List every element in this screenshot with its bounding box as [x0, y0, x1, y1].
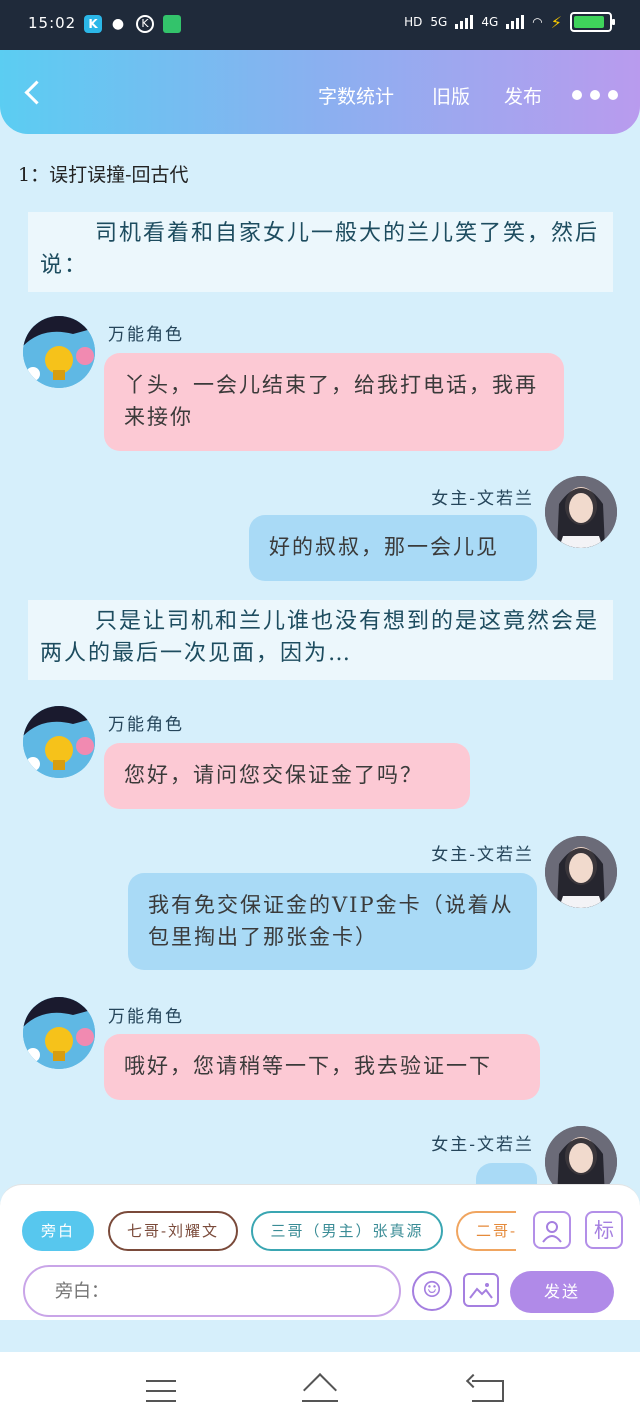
word-count-button[interactable]: 字数统计: [318, 82, 394, 109]
k-circle-icon: K: [136, 15, 154, 33]
heroine-avatar[interactable]: [545, 476, 617, 548]
speaker-name: 女主-文若兰: [431, 845, 534, 865]
more-options-icon[interactable]: [572, 90, 618, 100]
message-bubble-right[interactable]: 好的叔叔，那一会儿见: [249, 515, 537, 581]
role-avatar[interactable]: [23, 706, 95, 778]
narration-block[interactable]: 司机看着和自家女儿一般大的兰儿笑了笑，然后说：: [28, 212, 613, 292]
back-arrow-icon[interactable]: [20, 78, 48, 108]
wechat-icon: ●: [111, 16, 125, 32]
narration-block[interactable]: 只是让司机和兰儿谁也没有想到的是这竟然会是两人的最后一次见面，因为…: [28, 600, 613, 680]
image-icon[interactable]: [463, 1273, 499, 1307]
status-indicators: HD 5G 4G ◠ ⚡: [404, 12, 615, 32]
role-chip-narrator[interactable]: 旁白: [22, 1211, 94, 1251]
publish-button[interactable]: 发布: [504, 82, 542, 109]
menu-icon[interactable]: [146, 1380, 176, 1402]
5g-label: 5G: [430, 15, 448, 29]
mark-icon[interactable]: 标: [585, 1211, 623, 1249]
message-input[interactable]: [23, 1265, 401, 1317]
message-bubble-left[interactable]: 丫头，一会儿结束了，给我打电话，我再来接你: [104, 353, 564, 451]
status-bar: 15:02 K ● K HD 5G 4G ◠ ⚡: [0, 0, 640, 50]
home-icon[interactable]: [300, 1374, 340, 1404]
message-composer: 旁白 七哥-刘耀文 三哥（男主）张真源 二哥- 标 ☺ 发送: [0, 1184, 640, 1320]
navigation-bar: [0, 1352, 640, 1427]
speaker-name: 女主-文若兰: [431, 1135, 534, 1155]
signal-5g-icon: [455, 15, 474, 29]
app-header: 字数统计 旧版 发布: [0, 50, 640, 134]
k-app-icon: K: [84, 15, 102, 33]
speaker-name: 万能角色: [108, 715, 184, 735]
video-app-icon: [163, 15, 181, 33]
speaker-name: 女主-文若兰: [431, 489, 534, 509]
message-bubble-right[interactable]: 我有免交保证金的VIP金卡（说着从包里掏出了那张金卡）: [128, 873, 537, 970]
speaker-name: 万能角色: [108, 1007, 184, 1027]
battery-icon: [570, 12, 615, 32]
message-bubble-left[interactable]: 哦好，您请稍等一下，我去验证一下: [104, 1034, 540, 1100]
person-icon[interactable]: [533, 1211, 571, 1249]
charging-icon: ⚡: [550, 12, 562, 32]
back-icon[interactable]: [472, 1380, 504, 1402]
chapter-title: 1：误打误撞-回古代: [18, 164, 189, 186]
emoji-icon[interactable]: ☺: [412, 1271, 452, 1311]
role-chip-seventh-brother[interactable]: 七哥-刘耀文: [108, 1211, 238, 1251]
4g-label: 4G: [481, 15, 499, 29]
hd-label: HD: [404, 15, 423, 29]
message-bubble-left[interactable]: 您好，请问您交保证金了吗？: [104, 743, 470, 809]
role-chip-second-brother[interactable]: 二哥-: [456, 1211, 516, 1251]
status-time: 15:02: [28, 14, 77, 32]
role-avatar[interactable]: [23, 316, 95, 388]
signal-4g-icon: [506, 15, 525, 29]
speaker-name: 万能角色: [108, 325, 184, 345]
old-version-button[interactable]: 旧版: [432, 82, 470, 109]
role-chip-third-brother[interactable]: 三哥（男主）张真源: [251, 1211, 443, 1251]
wifi-icon: ◠: [532, 15, 543, 29]
role-avatar[interactable]: [23, 997, 95, 1069]
send-button[interactable]: 发送: [510, 1271, 614, 1313]
heroine-avatar[interactable]: [545, 836, 617, 908]
